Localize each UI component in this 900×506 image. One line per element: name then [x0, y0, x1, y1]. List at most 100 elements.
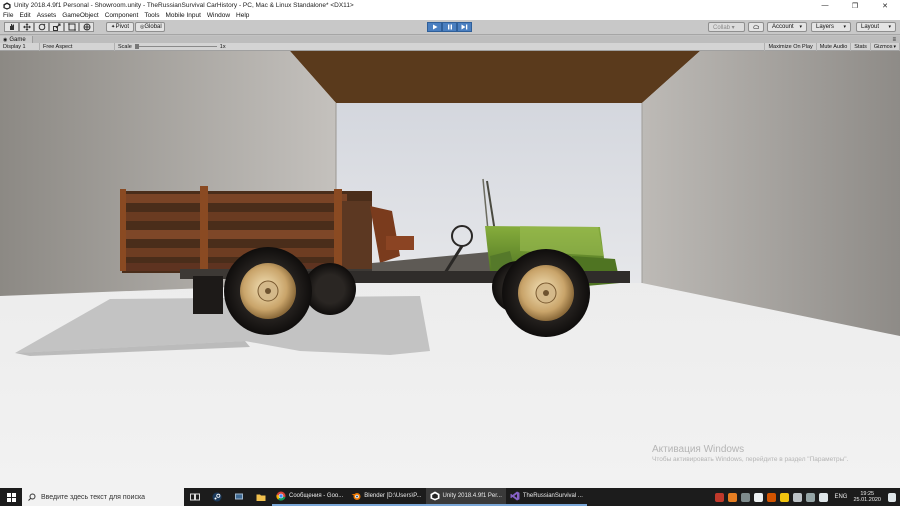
task-view-button[interactable]: [184, 488, 206, 506]
taskbar-app-label: Blender [D:\Users\P...: [364, 493, 422, 499]
watermark-title: Активация Windows: [652, 444, 745, 455]
taskbar-search-box[interactable]: Введите здесь текст для поиска: [22, 488, 184, 506]
gizmos-label: Gizmos: [873, 43, 893, 50]
scale-icon: [52, 23, 60, 31]
menu-mobile-input[interactable]: Mobile Input: [166, 12, 201, 19]
collab-dropdown[interactable]: Collab ▾: [708, 22, 745, 32]
collab-label: Collab ▾: [713, 24, 735, 31]
transform-icon: [83, 23, 90, 31]
menu-component[interactable]: Component: [105, 12, 139, 19]
tray-app-icon-3[interactable]: [741, 492, 751, 502]
tray-app-icon-7[interactable]: [793, 492, 803, 502]
layout-dropdown[interactable]: Layout ▾: [856, 22, 896, 32]
cloud-button[interactable]: [748, 22, 764, 32]
menu-tools[interactable]: Tools: [144, 12, 159, 19]
pivot-toggle[interactable]: ✦ Pivot: [106, 22, 134, 32]
pause-button[interactable]: [442, 22, 457, 32]
transform-tool-button[interactable]: [79, 22, 94, 32]
rotate-tool-button[interactable]: [34, 22, 49, 32]
pivot-icon: ✦: [111, 24, 116, 30]
aspect-dropdown[interactable]: Free Aspect: [40, 42, 115, 51]
layers-dropdown[interactable]: Layers ▾: [811, 22, 851, 32]
global-toggle[interactable]: ◎ Global: [135, 22, 165, 32]
window-title: Unity 2018.4.9f1 Personal - Showroom.uni…: [14, 2, 354, 9]
maximize-button[interactable]: ❐: [840, 0, 870, 11]
account-label: Account: [772, 24, 794, 30]
chrome-icon: [276, 491, 286, 501]
rect-tool-button[interactable]: [64, 22, 79, 32]
taskbar-app-visual-studio[interactable]: TheRussianSurvival ...: [505, 488, 587, 506]
account-dropdown[interactable]: Account ▾: [767, 22, 807, 32]
watermark-subtitle: Чтобы активировать Windows, перейдите в …: [652, 456, 849, 463]
close-button[interactable]: ✕: [870, 0, 900, 11]
scale-tool-button[interactable]: [49, 22, 64, 32]
maximize-on-play-label: Maximize On Play: [768, 43, 813, 50]
hand-tool-button[interactable]: [4, 22, 19, 32]
windows-taskbar: Введите здесь текст для поиска Сообщения…: [0, 488, 900, 506]
taskbar-app-label: Сообщения - Goo...: [289, 493, 344, 499]
unity-icon: [3, 1, 11, 10]
chevron-down-icon: ▾: [893, 43, 896, 50]
game-viewport[interactable]: Активация Windows Чтобы активировать Win…: [0, 51, 900, 488]
taskbar-app-chrome[interactable]: Сообщения - Goo...: [272, 488, 348, 506]
app-taskbar-button[interactable]: [228, 488, 250, 506]
file-explorer-button[interactable]: [250, 488, 272, 506]
chevron-down-icon: ▾: [888, 24, 891, 30]
minimize-button[interactable]: —: [810, 0, 840, 11]
tray-app-icon-5[interactable]: [767, 492, 777, 502]
game-view-toolbar: Display 1 Free Aspect Scale 1x Maximize …: [0, 42, 900, 51]
maximize-on-play-toggle[interactable]: Maximize On Play: [764, 42, 817, 51]
menu-window[interactable]: Window: [207, 12, 230, 19]
monitor-app-icon: [235, 493, 243, 500]
scale-label: Scale: [118, 43, 132, 50]
menu-file[interactable]: File: [3, 12, 13, 19]
mute-audio-toggle[interactable]: Mute Audio: [817, 42, 852, 51]
aspect-label: Free Aspect: [43, 43, 73, 50]
scale-control: Scale 1x: [115, 43, 229, 51]
steam-taskbar-button[interactable]: [206, 488, 228, 506]
taskbar-app-label: Unity 2018.4.9f1 Per...: [442, 493, 502, 499]
tray-app-icon-2[interactable]: [728, 492, 738, 502]
network-icon[interactable]: [806, 492, 816, 502]
tray-app-icon-1[interactable]: [715, 492, 725, 502]
pivot-label: Pivot: [115, 24, 129, 30]
windows-activation-watermark: Активация Windows Чтобы активировать Win…: [652, 444, 848, 463]
blender-icon: [351, 493, 361, 500]
tray-app-icon-6[interactable]: [780, 492, 790, 502]
mute-audio-label: Mute Audio: [819, 43, 848, 50]
move-tool-button[interactable]: [19, 22, 34, 32]
tray-app-icon-4[interactable]: [754, 492, 764, 502]
scale-slider[interactable]: [134, 44, 217, 49]
menu-edit[interactable]: Edit: [19, 12, 30, 19]
pause-icon: [447, 24, 452, 30]
scale-slider-knob[interactable]: [134, 44, 139, 49]
layers-label: Layers: [816, 24, 835, 30]
task-view-icon: [190, 493, 200, 501]
chevron-down-icon: ▾: [843, 24, 846, 30]
display-label: Display 1: [3, 43, 26, 50]
taskbar-clock[interactable]: 19:25 25.01.2020: [853, 491, 881, 504]
play-icon: [432, 24, 437, 30]
menu-gameobject[interactable]: GameObject: [62, 12, 99, 19]
notifications-icon[interactable]: [888, 492, 896, 502]
showroom-scene: [0, 51, 900, 488]
gizmos-dropdown[interactable]: Gizmos ▾: [871, 42, 900, 51]
rect-icon: [67, 23, 76, 31]
scale-value: 1x: [219, 43, 226, 50]
global-label: Global: [144, 24, 162, 30]
move-arrows-icon: [22, 23, 31, 31]
menu-assets[interactable]: Assets: [37, 12, 57, 19]
taskbar-app-blender[interactable]: Blender [D:\Users\P...: [347, 488, 426, 506]
play-button[interactable]: [427, 22, 442, 32]
taskbar-app-unity[interactable]: Unity 2018.4.9f1 Per...: [425, 488, 506, 506]
stats-toggle[interactable]: Stats: [851, 42, 871, 51]
volume-icon[interactable]: [819, 492, 829, 502]
layout-label: Layout: [861, 24, 880, 30]
hand-icon: [9, 24, 14, 30]
input-language[interactable]: ENG: [834, 494, 847, 500]
search-icon: [28, 493, 36, 501]
menu-help[interactable]: Help: [236, 12, 249, 19]
start-button[interactable]: [0, 488, 22, 506]
display-dropdown[interactable]: Display 1: [0, 42, 40, 51]
step-button[interactable]: [457, 22, 472, 32]
